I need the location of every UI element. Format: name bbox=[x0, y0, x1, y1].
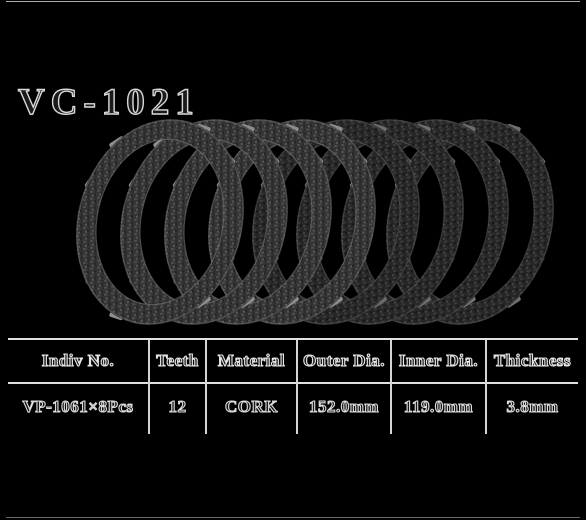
table-cell-material: CORK bbox=[224, 396, 278, 416]
table-header-teeth: Teeth bbox=[156, 350, 199, 370]
product-photo bbox=[0, 118, 586, 328]
specification-table: Indiv No. Teeth Material Outer Dia. Inne… bbox=[8, 338, 578, 434]
product-image-page: VC-1021 Indiv No. Teeth Material Outer D… bbox=[0, 0, 586, 520]
bottom-edge-rule bbox=[6, 517, 580, 518]
table-cell-indiv-no: VP-1061×8Pcs bbox=[22, 396, 134, 416]
table-cell-outer-dia: 152.0mm bbox=[308, 396, 380, 416]
table-header-material: Material bbox=[217, 350, 286, 370]
table-cell-thickness: 3.8mm bbox=[506, 396, 559, 416]
table-header-thickness: Thickness bbox=[493, 350, 572, 370]
table-cell-inner-dia: 119.0mm bbox=[403, 396, 474, 416]
table-header-inner-dia: Inner Dia. bbox=[398, 350, 479, 370]
table-header-rule bbox=[8, 382, 578, 384]
table-cell-teeth: 12 bbox=[168, 396, 187, 416]
table-header-outer-dia: Outer Dia. bbox=[302, 350, 386, 370]
table-header-indiv-no: Indiv No. bbox=[41, 350, 115, 370]
top-edge-rule bbox=[6, 1, 580, 2]
